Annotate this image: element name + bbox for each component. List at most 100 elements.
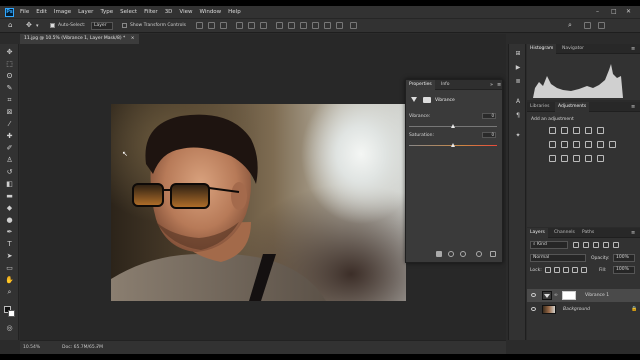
tab-properties[interactable]: Properties xyxy=(406,80,435,90)
pen-tool-icon[interactable]: ✒ xyxy=(5,228,14,237)
brushes-icon[interactable]: ✦ xyxy=(514,132,522,140)
filter-shape-icon[interactable] xyxy=(603,242,609,248)
marquee-tool-icon[interactable]: ⬚ xyxy=(5,60,14,69)
healing-brush-icon[interactable]: ✚ xyxy=(5,132,14,141)
view-previous-icon[interactable] xyxy=(448,251,454,257)
opacity-input[interactable]: 100% xyxy=(613,254,635,262)
menu-help[interactable]: Help xyxy=(228,9,241,15)
invert-icon[interactable] xyxy=(549,155,556,162)
blend-mode-dropdown[interactable]: Normal xyxy=(530,254,586,262)
menu-type[interactable]: Type xyxy=(100,9,113,15)
history-brush-icon[interactable]: ↺ xyxy=(5,168,14,177)
workspace-icon[interactable] xyxy=(584,22,591,29)
photo-filter-icon[interactable] xyxy=(585,141,592,148)
menu-edit[interactable]: Edit xyxy=(36,9,47,15)
clone-stamp-icon[interactable]: ♙ xyxy=(5,156,14,165)
saturation-slider-handle[interactable] xyxy=(451,143,455,147)
share-icon[interactable] xyxy=(598,22,605,29)
vibrance-input[interactable]: 0 xyxy=(482,113,496,119)
distribute-icon[interactable] xyxy=(336,22,343,29)
vibrance-icon[interactable] xyxy=(597,127,604,134)
channel-mixer-icon[interactable] xyxy=(597,141,604,148)
levels-icon[interactable] xyxy=(561,127,568,134)
layer-row-vibrance[interactable]: ∞ Vibrance 1 xyxy=(527,289,640,302)
layer-mask-icon[interactable] xyxy=(423,97,431,103)
trash-icon[interactable] xyxy=(490,251,496,257)
tab-libraries[interactable]: Libraries xyxy=(527,102,552,112)
crop-tool-icon[interactable]: ⌗ xyxy=(5,96,14,105)
align-middle-icon[interactable] xyxy=(248,22,255,29)
distribute-icon[interactable] xyxy=(300,22,307,29)
tab-channels[interactable]: Channels xyxy=(551,228,578,238)
tab-histogram[interactable]: Histogram xyxy=(527,44,557,54)
hue-saturation-icon[interactable] xyxy=(549,141,556,148)
minimize-button[interactable]: – xyxy=(596,8,599,15)
lock-pixels-icon[interactable] xyxy=(554,267,560,273)
lock-all-icon[interactable] xyxy=(581,267,587,273)
history-icon[interactable]: ⊞ xyxy=(514,50,522,58)
eyedropper-tool-icon[interactable]: ⁄ xyxy=(5,120,14,129)
tab-adjustments[interactable]: Adjustments xyxy=(555,102,590,112)
character-icon[interactable]: A xyxy=(514,98,522,106)
path-select-icon[interactable]: ➤ xyxy=(5,252,14,261)
visibility-icon[interactable] xyxy=(476,251,482,257)
color-lookup-icon[interactable] xyxy=(609,141,616,148)
color-balance-icon[interactable] xyxy=(561,141,568,148)
gradient-tool-icon[interactable]: ▬ xyxy=(5,192,14,201)
clip-to-layer-icon[interactable] xyxy=(436,251,442,257)
tab-layers[interactable]: Layers xyxy=(527,228,548,238)
black-white-icon[interactable] xyxy=(573,141,580,148)
menu-window[interactable]: Window xyxy=(199,9,221,15)
selective-color-icon[interactable] xyxy=(597,155,604,162)
menu-file[interactable]: File xyxy=(20,9,29,15)
eraser-tool-icon[interactable]: ◧ xyxy=(5,180,14,189)
saturation-input[interactable]: 0 xyxy=(482,132,496,138)
lock-transparent-icon[interactable] xyxy=(545,267,551,273)
frame-tool-icon[interactable]: ⊠ xyxy=(5,108,14,117)
tab-info[interactable]: Info xyxy=(438,80,453,90)
align-center-icon[interactable] xyxy=(208,22,215,29)
eye-icon[interactable] xyxy=(531,293,536,297)
distribute-icon[interactable] xyxy=(324,22,331,29)
search-icon[interactable]: ⌕ xyxy=(568,21,572,30)
tab-paths[interactable]: Paths xyxy=(579,228,597,238)
menu-filter[interactable]: Filter xyxy=(144,9,158,15)
quick-select-tool-icon[interactable]: ✎ xyxy=(5,84,14,93)
align-top-icon[interactable] xyxy=(236,22,243,29)
eye-icon[interactable] xyxy=(531,307,536,311)
align-left-icon[interactable] xyxy=(196,22,203,29)
align-bottom-icon[interactable] xyxy=(260,22,267,29)
zoom-tool-icon[interactable]: ⌕ xyxy=(5,288,14,297)
document-image[interactable] xyxy=(111,104,406,301)
zoom-level[interactable]: 10.54% xyxy=(23,345,40,350)
reset-icon[interactable] xyxy=(460,251,466,257)
close-tab-icon[interactable]: × xyxy=(131,36,135,41)
posterize-icon[interactable] xyxy=(561,155,568,162)
dodge-tool-icon[interactable]: ● xyxy=(5,216,14,225)
lasso-tool-icon[interactable]: ʘ xyxy=(5,72,14,81)
move-tool-icon[interactable]: ✥ xyxy=(26,21,32,29)
blur-tool-icon[interactable]: ◆ xyxy=(5,204,14,213)
paragraph-icon[interactable]: ¶ xyxy=(514,112,522,120)
filter-pixel-icon[interactable] xyxy=(573,242,579,248)
move-tool-icon[interactable]: ✥ xyxy=(5,48,14,57)
properties-icon[interactable]: ≣ xyxy=(514,78,522,86)
home-icon[interactable]: ⌂ xyxy=(8,21,12,29)
more-options-icon[interactable] xyxy=(350,22,357,29)
vibrance-slider-handle[interactable] xyxy=(451,124,455,128)
distribute-icon[interactable] xyxy=(288,22,295,29)
curves-icon[interactable] xyxy=(573,127,580,134)
maximize-button[interactable]: □ xyxy=(611,8,617,15)
layer-name[interactable]: Vibrance 1 xyxy=(585,293,609,298)
brightness-contrast-icon[interactable] xyxy=(549,127,556,134)
distribute-icon[interactable] xyxy=(276,22,283,29)
layer-filter-dropdown[interactable]: ⌕ Kind xyxy=(530,241,568,249)
auto-select-checkbox[interactable] xyxy=(50,23,55,28)
brush-tool-icon[interactable]: ✐ xyxy=(5,144,14,153)
filter-type-icon[interactable] xyxy=(593,242,599,248)
play-icon[interactable]: ▶ xyxy=(514,64,522,72)
collapse-icon[interactable]: » xyxy=(490,82,493,88)
document-tab[interactable]: 11.jpg @ 10.5% (Vibrance 1, Layer Mask/8… xyxy=(20,34,139,44)
auto-select-dropdown[interactable]: Layer xyxy=(91,22,113,30)
gradient-map-icon[interactable] xyxy=(585,155,592,162)
